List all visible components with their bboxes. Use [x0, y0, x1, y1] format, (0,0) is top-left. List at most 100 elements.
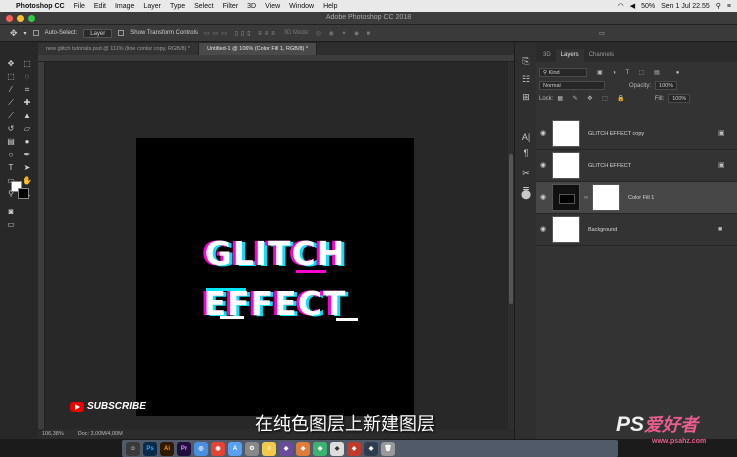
safari-icon[interactable]: ◎	[194, 441, 208, 456]
path-select-tool-icon[interactable]: ➤	[22, 163, 32, 173]
wifi-icon[interactable]: ◠	[618, 2, 624, 10]
character-panel-icon[interactable]: A|	[520, 131, 532, 143]
tab-channels[interactable]: Channels	[584, 49, 619, 62]
filter-kind-dropdown[interactable]: ⚲ Kind	[539, 68, 587, 77]
opacity-field[interactable]: 100%	[655, 81, 678, 90]
scrollbar-thumb[interactable]	[509, 154, 513, 304]
move-tool-icon[interactable]: ✥	[6, 59, 16, 69]
clock[interactable]: Sen 1 Jul 22.55	[661, 3, 710, 10]
notes-icon[interactable]: ≡	[262, 441, 276, 456]
menu-window[interactable]: Window	[289, 3, 314, 10]
mask-thumbnail[interactable]	[592, 184, 620, 211]
quick-select-tool-icon[interactable]: ⁄	[6, 85, 16, 95]
tab-3d[interactable]: 3D	[538, 49, 556, 62]
auto-select-checkbox[interactable]	[32, 30, 39, 36]
volume-icon[interactable]: ◀	[630, 2, 635, 10]
background-color-swatch[interactable]	[18, 188, 29, 199]
layer-name[interactable]: GLITCH EFFECT copy	[588, 131, 644, 137]
layer-row[interactable]: ◉ GLITCH EFFECT ▣	[536, 150, 737, 182]
menu-3d[interactable]: 3D	[247, 3, 256, 10]
layer-row[interactable]: ◉ GLITCH EFFECT copy ▣	[536, 118, 737, 150]
swatches-panel-icon[interactable]: ⬤	[520, 188, 532, 200]
menu-view[interactable]: View	[265, 3, 280, 10]
tab-layers[interactable]: Layers	[555, 49, 584, 62]
type-tool-icon[interactable]: T	[6, 163, 16, 173]
link-icon[interactable]: ∞	[584, 195, 589, 201]
paragraph-panel-icon[interactable]: ¶	[520, 147, 532, 159]
align-icons[interactable]: ▭▭▭ ▯▯▯ ≡≡≡	[204, 30, 278, 37]
illustrator-icon[interactable]: Ai	[160, 441, 174, 456]
eye-icon[interactable]: ◉	[539, 226, 547, 234]
app-icon[interactable]: ◆	[330, 441, 344, 456]
menu-file[interactable]: File	[74, 3, 85, 10]
lock-icons[interactable]: ▦ ✎ ✥ ⬚ 🔒	[557, 95, 629, 102]
history-panel-icon[interactable]: ⎘	[520, 55, 532, 67]
tab-glitch-tutorials[interactable]: new glitch tutorials.psd @ 111% (line co…	[38, 43, 200, 55]
workspace-icon[interactable]: ▭	[599, 30, 605, 37]
eyedropper-tool-icon[interactable]: ⟋	[6, 98, 16, 108]
eye-icon[interactable]: ◉	[539, 194, 547, 202]
properties-panel-icon[interactable]: ☷	[520, 73, 532, 85]
artboard-tool-icon[interactable]: ⬚	[22, 59, 32, 69]
document-canvas[interactable]: GLITCH EFFECT	[136, 138, 414, 416]
app-icon[interactable]: ◆	[364, 441, 378, 456]
filter-toggle-icon[interactable]: ●	[676, 70, 680, 76]
app-icon[interactable]: ◆	[347, 441, 361, 456]
eraser-tool-icon[interactable]: ▱	[22, 124, 32, 134]
app-store-icon[interactable]: A	[228, 441, 242, 456]
screen-mode-icon[interactable]: ▭	[6, 220, 16, 230]
app-icon[interactable]: ◆	[313, 441, 327, 456]
fill-field[interactable]: 100%	[668, 94, 691, 103]
tab-untitled[interactable]: Untitled-1 @ 106% (Color Fill 1, RGB/8) …	[199, 43, 318, 55]
chevron-down-icon[interactable]: ▾	[24, 30, 27, 37]
3d-tools-icons[interactable]: ◎ ◉ ✦ ◆ ■	[316, 30, 373, 37]
move-tool-icon[interactable]: ✥	[10, 28, 18, 39]
menu-help[interactable]: Help	[323, 3, 337, 10]
app-menu[interactable]: Photoshop CC	[16, 3, 65, 10]
layer-name[interactable]: GLITCH EFFECT	[588, 163, 631, 169]
system-preferences-icon[interactable]: ⚙	[245, 441, 259, 456]
menu-edit[interactable]: Edit	[94, 3, 106, 10]
adjustments-panel-icon[interactable]: ⊞	[520, 91, 532, 103]
layer-name[interactable]: Color Fill 1	[628, 195, 654, 201]
app-icon[interactable]: ◆	[296, 441, 310, 456]
lasso-tool-icon[interactable]: ◌	[22, 72, 32, 82]
stamp-tool-icon[interactable]: ▲	[22, 111, 32, 121]
menu-image[interactable]: Image	[115, 3, 134, 10]
doc-size[interactable]: Doc: 3,00M/4,00M	[78, 431, 123, 437]
battery-percent[interactable]: 50%	[641, 3, 655, 10]
search-icon[interactable]: ⚲	[716, 2, 721, 10]
finder-icon[interactable]: ☺	[126, 441, 140, 456]
menu-select[interactable]: Select	[194, 3, 213, 10]
eye-icon[interactable]: ◉	[539, 162, 547, 170]
dodge-tool-icon[interactable]: ○	[6, 150, 16, 160]
hand-tool-icon[interactable]: ✋	[22, 176, 32, 186]
menu-list-icon[interactable]: ≡	[727, 3, 731, 10]
app-icon[interactable]: ◆	[279, 441, 293, 456]
chrome-icon[interactable]: ◉	[211, 441, 225, 456]
blend-mode-dropdown[interactable]: Normal	[539, 81, 605, 90]
layer-row-selected[interactable]: ◉ ∞ Color Fill 1	[536, 182, 737, 214]
marquee-tool-icon[interactable]: ⬚	[6, 72, 16, 82]
menu-filter[interactable]: Filter	[223, 3, 239, 10]
quick-mask-icon[interactable]: ◙	[6, 207, 16, 217]
brush-tool-icon[interactable]: ⟋	[6, 111, 16, 121]
trash-icon[interactable]: 🗑	[381, 441, 395, 456]
layer-row[interactable]: ◉ Background ■	[536, 214, 737, 246]
auto-select-dropdown[interactable]: Layer	[83, 28, 113, 38]
gradient-tool-icon[interactable]: ▤	[6, 137, 16, 147]
premiere-icon[interactable]: Pr	[177, 441, 191, 456]
tools-preset-icon[interactable]: ✂	[520, 167, 532, 179]
history-brush-tool-icon[interactable]: ↺	[6, 124, 16, 134]
menu-type[interactable]: Type	[170, 3, 185, 10]
layer-name[interactable]: Background	[588, 227, 617, 233]
transform-controls-checkbox[interactable]	[118, 30, 125, 36]
blur-tool-icon[interactable]: ●	[22, 137, 32, 147]
crop-tool-icon[interactable]: ⌗	[22, 85, 32, 95]
filter-icons[interactable]: ▣ ◑ T ⬚ ▤	[597, 69, 664, 76]
zoom-level[interactable]: 106,38%	[42, 431, 64, 437]
healing-tool-icon[interactable]: ✚	[22, 98, 32, 108]
eye-icon[interactable]: ◉	[539, 130, 547, 138]
photoshop-icon[interactable]: Ps	[143, 441, 157, 456]
menu-layer[interactable]: Layer	[143, 3, 161, 10]
